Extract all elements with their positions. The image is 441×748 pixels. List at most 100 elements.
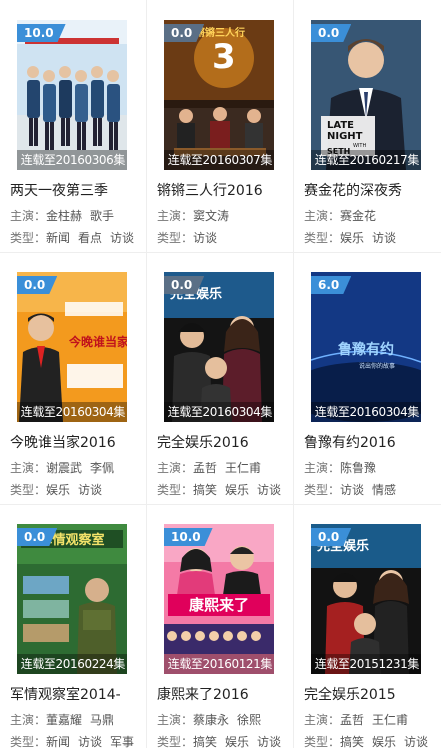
cast-member-link[interactable]: 金柱赫 — [46, 209, 82, 223]
show-title-link[interactable]: 完全娱乐2015 — [304, 684, 439, 704]
cast-member-link[interactable]: 徐熙 — [237, 713, 261, 727]
genre-tag-link[interactable]: 访谈 — [110, 231, 134, 245]
genre-row: 类型：搞笑 娱乐 访谈 — [304, 733, 436, 748]
genre-tag-link[interactable]: 访谈 — [404, 735, 428, 748]
show-poster[interactable]: 10.0 连载至20160306集 — [17, 20, 127, 170]
genre-tag-link[interactable]: 搞笑 — [193, 735, 217, 748]
genre-row: 类型：娱乐 访谈 — [10, 481, 110, 498]
cast-row: 主演：窦文涛 — [157, 207, 237, 224]
genre-tag-link[interactable]: 访谈 — [193, 231, 217, 245]
cast-row: 主演：孟哲 王仁甫 — [304, 711, 416, 728]
genre-label: 类型： — [157, 735, 194, 748]
genre-tag-link[interactable]: 新闻 — [46, 735, 70, 748]
starring-label: 主演： — [10, 209, 47, 223]
genre-label: 类型： — [304, 483, 341, 497]
genre-tag-link[interactable]: 访谈 — [372, 231, 396, 245]
genre-row: 类型：访谈 情感 — [304, 481, 404, 498]
episode-status: 连载至20151231集 — [311, 654, 421, 674]
genre-tag-link[interactable]: 情感 — [372, 483, 396, 497]
cast-row: 主演：赛金花 — [304, 207, 384, 224]
genre-tag-link[interactable]: 访谈 — [78, 735, 102, 748]
genre-row: 类型：新闻 访谈 军事 — [10, 733, 142, 748]
genre-label: 类型： — [10, 735, 47, 748]
genre-row: 类型：新闻 看点 访谈 — [10, 229, 142, 246]
show-card: LATE NIGHT WITH SETH 0.0 连载至20160217集 赛金… — [294, 0, 441, 252]
show-title-link[interactable]: 两天一夜第三季 — [10, 180, 145, 200]
genre-tag-link[interactable]: 娱乐 — [225, 483, 249, 497]
show-title-link[interactable]: 今晚谁当家2016 — [10, 432, 145, 452]
cast-row: 主演：蔡康永 徐熙 — [157, 711, 269, 728]
genre-label: 类型： — [157, 483, 194, 497]
cast-member-link[interactable]: 窦文涛 — [193, 209, 229, 223]
poster-image: 3 锵锵三人行 — [164, 20, 274, 170]
show-poster[interactable]: 完全娱乐 0.0 连载至20160304集 — [164, 272, 274, 422]
cast-member-link[interactable]: 王仁甫 — [372, 713, 408, 727]
cast-member-link[interactable]: 歌手 — [90, 209, 114, 223]
poster-title-text: 说出你的故事 — [359, 362, 395, 370]
show-title-link[interactable]: 康熙来了2016 — [157, 684, 292, 704]
episode-status: 连载至20160121集 — [164, 654, 274, 674]
show-poster[interactable]: 康熙来了 10.0 连载至20160121集 — [164, 524, 274, 674]
show-poster[interactable]: 今晚谁当家 0.0 连载至20160304集 — [17, 272, 127, 422]
cast-row: 主演：孟哲 王仁甫 — [157, 459, 269, 476]
variety-show-grid: 10.0 连载至20160306集 两天一夜第三季 主演：金柱赫 歌手 类型：新闻… — [0, 0, 441, 748]
genre-row: 类型：搞笑 娱乐 访谈 — [157, 481, 289, 498]
show-card: 完全娱乐 0.0 连载至20160304集 完全娱乐2016 主演：孟哲 王仁甫 … — [147, 252, 294, 504]
show-poster[interactable]: 3 锵锵三人行 0.0 连载至20160307集 — [164, 20, 274, 170]
show-card: 鲁豫有约 说出你的故事 6.0 连载至20160304集 鲁豫有约2016 主演… — [294, 252, 441, 504]
show-title-link[interactable]: 锵锵三人行2016 — [157, 180, 292, 200]
genre-tag-link[interactable]: 看点 — [78, 231, 102, 245]
show-title-link[interactable]: 军情观察室2014- — [10, 684, 145, 704]
genre-tag-link[interactable]: 搞笑 — [340, 735, 364, 748]
cast-member-link[interactable]: 孟哲 — [193, 461, 217, 475]
genre-tag-link[interactable]: 娱乐 — [340, 231, 364, 245]
show-card: 完全娱乐 0.0 连载至20151231集 完全娱乐2015 主演：孟哲 王仁甫 … — [294, 504, 441, 748]
cast-member-link[interactable]: 赛金花 — [340, 209, 376, 223]
cast-member-link[interactable]: 陈鲁豫 — [340, 461, 376, 475]
score-badge: 10.0 — [164, 528, 213, 546]
genre-tag-link[interactable]: 访谈 — [257, 735, 281, 748]
show-poster[interactable]: 军情观察室 0.0 连载至20160224集 — [17, 524, 127, 674]
cast-member-link[interactable]: 董嘉耀 — [46, 713, 82, 727]
cast-member-link[interactable]: 孟哲 — [340, 713, 364, 727]
starring-label: 主演： — [157, 461, 194, 475]
cast-row: 主演：金柱赫 歌手 — [10, 207, 122, 224]
show-card: 康熙来了 10.0 连载至20160121集 康熙来了2016 主演：蔡康永 徐熙… — [147, 504, 294, 748]
episode-status: 连载至20160304集 — [164, 402, 274, 422]
show-title-link[interactable]: 鲁豫有约2016 — [304, 432, 439, 452]
show-poster[interactable]: 完全娱乐 0.0 连载至20151231集 — [311, 524, 421, 674]
genre-tag-link[interactable]: 娱乐 — [225, 735, 249, 748]
genre-tag-link[interactable]: 娱乐 — [46, 483, 70, 497]
poster-image — [17, 20, 127, 170]
cast-member-link[interactable]: 李佩 — [90, 461, 114, 475]
genre-label: 类型： — [304, 735, 341, 748]
episode-status: 连载至20160304集 — [17, 402, 127, 422]
genre-tag-link[interactable]: 娱乐 — [372, 735, 396, 748]
genre-label: 类型： — [304, 231, 341, 245]
poster-image: 鲁豫有约 说出你的故事 — [311, 272, 421, 422]
cast-member-link[interactable]: 蔡康永 — [193, 713, 229, 727]
show-title-link[interactable]: 完全娱乐2016 — [157, 432, 292, 452]
genre-tag-link[interactable]: 搞笑 — [193, 483, 217, 497]
episode-status: 连载至20160224集 — [17, 654, 127, 674]
show-title-link[interactable]: 赛金花的深夜秀 — [304, 180, 439, 200]
starring-label: 主演： — [10, 461, 47, 475]
poster-title-text: WITH — [353, 143, 366, 149]
show-poster[interactable]: LATE NIGHT WITH SETH 0.0 连载至20160217集 — [311, 20, 421, 170]
cast-row: 主演：谢震武 李佩 — [10, 459, 122, 476]
cast-member-link[interactable]: 王仁甫 — [225, 461, 261, 475]
genre-tag-link[interactable]: 访谈 — [340, 483, 364, 497]
poster-title-text: LATE — [327, 120, 354, 131]
starring-label: 主演： — [157, 209, 194, 223]
cast-member-link[interactable]: 马鼎 — [90, 713, 114, 727]
genre-tag-link[interactable]: 军事 — [110, 735, 134, 748]
genre-tag-link[interactable]: 新闻 — [46, 231, 70, 245]
cast-member-link[interactable]: 谢震武 — [46, 461, 82, 475]
genre-tag-link[interactable]: 访谈 — [78, 483, 102, 497]
poster-image: 完全娱乐 — [311, 524, 421, 674]
show-poster[interactable]: 鲁豫有约 说出你的故事 6.0 连载至20160304集 — [311, 272, 421, 422]
genre-row: 类型：娱乐 访谈 — [304, 229, 404, 246]
poster-title-text: 今晚谁当家 — [68, 334, 127, 349]
genre-tag-link[interactable]: 访谈 — [257, 483, 281, 497]
starring-label: 主演： — [10, 713, 47, 727]
